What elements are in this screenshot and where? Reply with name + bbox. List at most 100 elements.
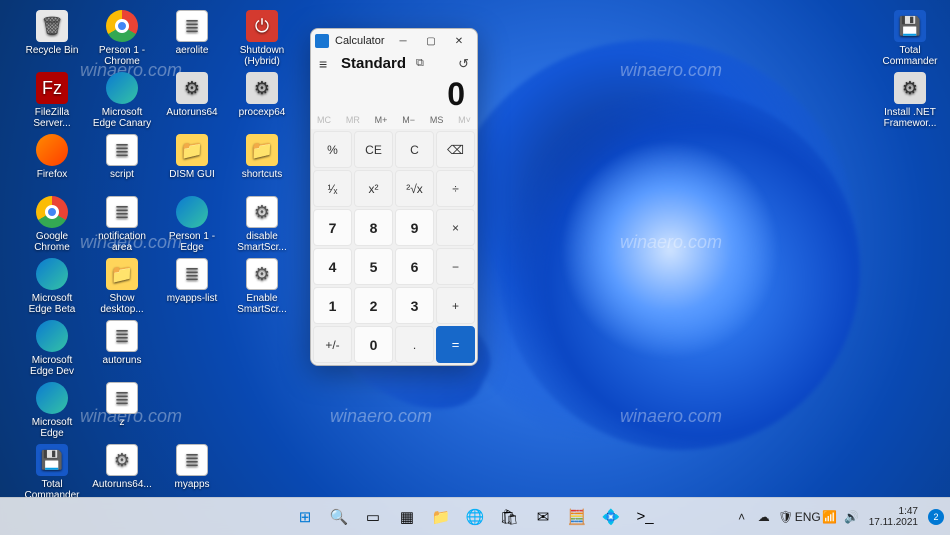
desktop-icon[interactable]: Microsoft Edge xyxy=(20,382,84,439)
taskbar-mail-button[interactable]: ✉ xyxy=(528,502,558,532)
desktop-icon[interactable]: ≣myapps xyxy=(160,444,224,490)
taskbar-vscode-button[interactable]: 💠 xyxy=(596,502,626,532)
hamburger-menu-icon[interactable]: ≡ xyxy=(319,56,333,72)
maximize-button[interactable]: ▢ xyxy=(417,30,445,52)
taskbar-start-button[interactable]: ⊞ xyxy=(290,502,320,532)
desktop-icon[interactable]: Microsoft Edge Canary xyxy=(90,72,154,129)
desktop-icon[interactable]: Google Chrome xyxy=(20,196,84,253)
tray-time: 1:47 xyxy=(869,506,918,517)
desktop-icon[interactable]: 🗑Recycle Bin xyxy=(20,10,84,56)
desktop[interactable]: winaero.com winaero.com winaero.com wina… xyxy=(0,0,950,535)
tray-volume-icon[interactable]: 🔊 xyxy=(843,503,861,531)
key-minus[interactable]: − xyxy=(436,248,475,285)
key-8[interactable]: 8 xyxy=(354,209,393,246)
tray-network-icon[interactable]: 📶 xyxy=(821,503,839,531)
key-sqrt[interactable]: ²√x xyxy=(395,170,434,207)
taskbar-search-button[interactable]: 🔍 xyxy=(324,502,354,532)
taskbar-explorer-button[interactable]: 📁 xyxy=(426,502,456,532)
desktop-icon[interactable]: FzFileZilla Server... xyxy=(20,72,84,129)
taskbar[interactable]: ⊞🔍▭▦📁🌐🛍✉🧮💠>_ ˄ ☁ 🛡 ENG 📶 🔊 1:47 17.11.20… xyxy=(0,497,950,535)
desktop-icon-label: Google Chrome xyxy=(20,231,84,253)
desktop-icon-label: DISM GUI xyxy=(160,169,224,180)
key-equals[interactable]: = xyxy=(436,326,475,363)
key-0[interactable]: 0 xyxy=(354,326,393,363)
key-backspace[interactable]: ⌫ xyxy=(436,131,475,168)
calculator-window[interactable]: Calculator ─ ▢ ✕ ≡ Standard ⧉ ↺ 0 MC MR … xyxy=(310,28,478,366)
key-7[interactable]: 7 xyxy=(313,209,352,246)
key-c[interactable]: C xyxy=(395,131,434,168)
key-9[interactable]: 9 xyxy=(395,209,434,246)
desktop-icon[interactable]: ≣myapps-list xyxy=(160,258,224,304)
desktop-icon[interactable]: ⚙Autoruns64 xyxy=(160,72,224,118)
tray-defender-icon[interactable]: 🛡 xyxy=(777,503,795,531)
desktop-icon[interactable]: 📁Show desktop... xyxy=(90,258,154,315)
key-6[interactable]: 6 xyxy=(395,248,434,285)
desktop-icon[interactable]: Person 1 - Edge xyxy=(160,196,224,253)
desktop-icon[interactable]: Person 1 - Chrome xyxy=(90,10,154,67)
notification-badge[interactable]: 2 xyxy=(928,509,944,525)
tray-onedrive-icon[interactable]: ☁ xyxy=(755,503,773,531)
desktop-icon[interactable]: ⚙Enable SmartScr... xyxy=(230,258,294,315)
edge-icon xyxy=(36,320,68,352)
mem-list[interactable]: M˅ xyxy=(458,115,471,125)
key-percent[interactable]: % xyxy=(313,131,352,168)
desktop-icon[interactable]: 📁shortcuts xyxy=(230,134,294,180)
desktop-icon[interactable]: ≣script xyxy=(90,134,154,180)
taskbar-center: ⊞🔍▭▦📁🌐🛍✉🧮💠>_ xyxy=(290,502,660,532)
key-reciprocal[interactable]: ¹⁄ₓ xyxy=(313,170,352,207)
close-button[interactable]: ✕ xyxy=(445,30,473,52)
key-ce[interactable]: CE xyxy=(354,131,393,168)
desktop-icon-label: autoruns xyxy=(90,355,154,366)
key-divide[interactable]: ÷ xyxy=(436,170,475,207)
desktop-icon[interactable]: Microsoft Edge Beta xyxy=(20,258,84,315)
desktop-icon-label: disable SmartScr... xyxy=(230,231,294,253)
mem-mminus[interactable]: M− xyxy=(402,115,415,125)
taskbar-widgets-button[interactable]: ▦ xyxy=(392,502,422,532)
desktop-icon[interactable]: 💾Total Commander xyxy=(878,10,942,67)
tray-chevron-icon[interactable]: ˄ xyxy=(733,503,751,531)
taskbar-calculator-button[interactable]: 🧮 xyxy=(562,502,592,532)
key-2[interactable]: 2 xyxy=(354,287,393,324)
desktop-icon[interactable]: ⏻Shutdown (Hybrid) xyxy=(230,10,294,67)
taskbar-edge-button[interactable]: 🌐 xyxy=(460,502,490,532)
grey-icon: ⚙ xyxy=(246,72,278,104)
tray-clock[interactable]: 1:47 17.11.2021 xyxy=(865,506,922,528)
grey-icon: ⚙ xyxy=(176,72,208,104)
key-5[interactable]: 5 xyxy=(354,248,393,285)
desktop-icon[interactable]: ⚙disable SmartScr... xyxy=(230,196,294,253)
titlebar[interactable]: Calculator ─ ▢ ✕ xyxy=(311,29,477,53)
desktop-icon[interactable]: 📁DISM GUI xyxy=(160,134,224,180)
history-icon[interactable]: ↺ xyxy=(458,56,469,72)
key-3[interactable]: 3 xyxy=(395,287,434,324)
key-4[interactable]: 4 xyxy=(313,248,352,285)
desktop-icon[interactable]: 💾Total Commander xyxy=(20,444,84,501)
desktop-icon[interactable]: ≣aerolite xyxy=(160,10,224,56)
key-1[interactable]: 1 xyxy=(313,287,352,324)
key-plus[interactable]: + xyxy=(436,287,475,324)
keypad: % CE C ⌫ ¹⁄ₓ x² ²√x ÷ 7 8 9 × 4 5 6 − 1 … xyxy=(311,129,477,365)
key-square[interactable]: x² xyxy=(354,170,393,207)
key-negate[interactable]: +/- xyxy=(313,326,352,363)
mem-mc[interactable]: MC xyxy=(317,115,331,125)
file-icon: ≣ xyxy=(176,10,208,42)
key-decimal[interactable]: . xyxy=(395,326,434,363)
mem-ms[interactable]: MS xyxy=(430,115,444,125)
desktop-icon[interactable]: ⚙Install .NET Framewor... xyxy=(878,72,942,129)
mem-mr[interactable]: MR xyxy=(346,115,360,125)
tray-language[interactable]: ENG xyxy=(799,503,817,531)
desktop-icon[interactable]: Microsoft Edge Dev xyxy=(20,320,84,377)
desktop-icon[interactable]: ≣ autoruns xyxy=(90,320,154,366)
taskbar-terminal-button[interactable]: >_ xyxy=(630,502,660,532)
keep-on-top-icon[interactable]: ⧉ xyxy=(416,57,424,70)
taskbar-store-button[interactable]: 🛍 xyxy=(494,502,524,532)
taskbar-task-view-button[interactable]: ▭ xyxy=(358,502,388,532)
desktop-icon[interactable]: ≣notification area xyxy=(90,196,154,253)
desktop-icon[interactable]: Firefox xyxy=(20,134,84,180)
desktop-icon[interactable]: ⚙Autoruns64... xyxy=(90,444,154,490)
minimize-button[interactable]: ─ xyxy=(389,30,417,52)
file-icon: ≣ xyxy=(106,320,138,352)
desktop-icon[interactable]: ⚙procexp64 xyxy=(230,72,294,118)
key-multiply[interactable]: × xyxy=(436,209,475,246)
desktop-icon[interactable]: ≣z xyxy=(90,382,154,428)
mem-mplus[interactable]: M+ xyxy=(375,115,388,125)
